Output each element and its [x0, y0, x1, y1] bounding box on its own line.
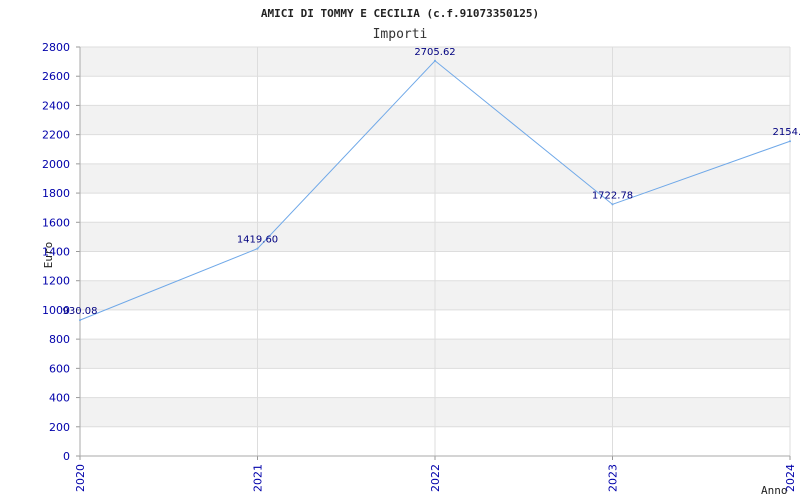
x-tick-label: 2020: [74, 464, 87, 492]
data-point: [789, 140, 791, 143]
data-label: 1722.78: [592, 190, 633, 201]
y-tick-label: 400: [49, 392, 70, 405]
chart-title: AMICI DI TOMMY E CECILIA (c.f.9107335012…: [261, 7, 539, 20]
y-tick-label: 1600: [42, 216, 70, 229]
data-point: [79, 319, 81, 322]
y-axis-title: Euro: [42, 242, 55, 269]
y-tick-label: 0: [63, 450, 70, 463]
y-tick-label: 600: [49, 362, 70, 375]
y-tick-label: 800: [49, 333, 70, 346]
data-point: [256, 247, 259, 250]
y-tick-label: 2400: [42, 99, 70, 112]
x-tick-labels: 2020 2021 2022 2023 2024: [74, 464, 797, 492]
y-tick-label: 2200: [42, 129, 70, 142]
x-tick-label: 2021: [252, 464, 265, 492]
x-tick-label: 2023: [607, 464, 620, 492]
y-tick-label: 1800: [42, 187, 70, 200]
data-label: 930.08: [63, 306, 98, 317]
line-chart: AMICI DI TOMMY E CECILIA (c.f.9107335012…: [42, 7, 800, 497]
data-label: 2154.9: [773, 127, 800, 138]
y-tick-label: 2000: [42, 158, 70, 171]
x-axis-title: Anno: [761, 484, 788, 497]
data-label: 2705.62: [414, 47, 455, 58]
data-point: [434, 59, 436, 62]
data-point: [611, 203, 614, 206]
x-tick-label: 2022: [429, 464, 442, 492]
chart-subtitle: Importi: [373, 27, 428, 42]
data-label: 1419.60: [237, 235, 278, 246]
y-tick-label: 2600: [42, 70, 70, 83]
y-tick-label: 200: [49, 421, 70, 434]
y-tick-label: 1200: [42, 275, 70, 288]
y-tick-label: 2800: [42, 41, 70, 54]
